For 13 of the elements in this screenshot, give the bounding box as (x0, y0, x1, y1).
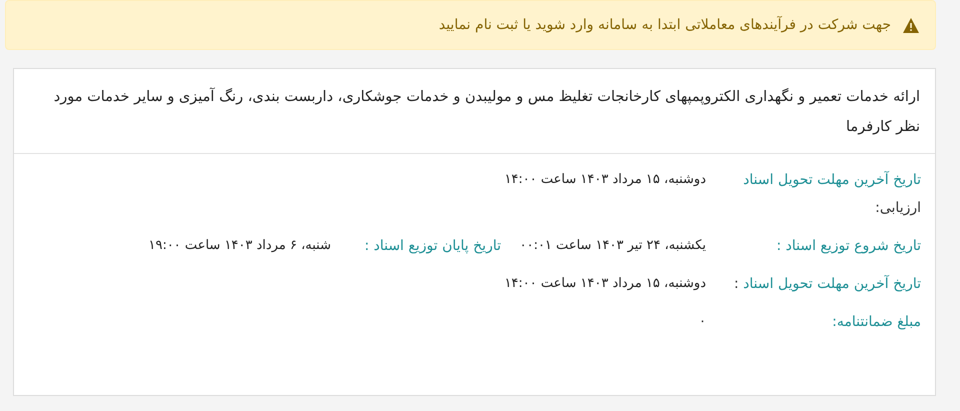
field-value: شنبه، ۶ مرداد ۱۴۰۳ ساعت ۱۹:۰۰ (147, 237, 332, 255)
field-value: ۰ (698, 313, 707, 331)
field-label: تاریخ پایان توزیع اسناد : (363, 237, 501, 256)
warning-icon (903, 18, 919, 32)
field-label: تاریخ شروع توزیع اسناد : (775, 237, 921, 256)
field-value: دوشنبه، ۱۵ مرداد ۱۴۰۳ ساعت ۱۴:۰۰ (503, 275, 707, 293)
field-label: مبلغ ضمانتنامه: (831, 313, 921, 332)
field-label: تاریخ آخرین مهلت تحویل اسناد ارزیابی: (742, 170, 921, 218)
alert-message: جهت شرکت در فرآیندهای معاملاتی ابتدا به سامانه وارد شوید یا ثبت نام نمایید (438, 15, 891, 34)
field-label: تاریخ آخرین مهلت تحویل اسناد : (733, 274, 921, 294)
field-value: یکشنبه، ۲۴ تیر ۱۴۰۳ ساعت ۰۰:۰۱ (518, 237, 707, 255)
tender-title: ارائه خدمات تعمیر و نگهداری الکتروپمپهای کارخانجات تغلیظ مس و مولیبدن و خدمات جوشکاری، داربست بندی، رنگ آمیزی و سایر خدمات مورد نظر کارفرما (52, 86, 920, 137)
field-value: دوشنبه، ۱۵ مرداد ۱۴۰۳ ساعت ۱۴:۰۰ (503, 171, 707, 189)
